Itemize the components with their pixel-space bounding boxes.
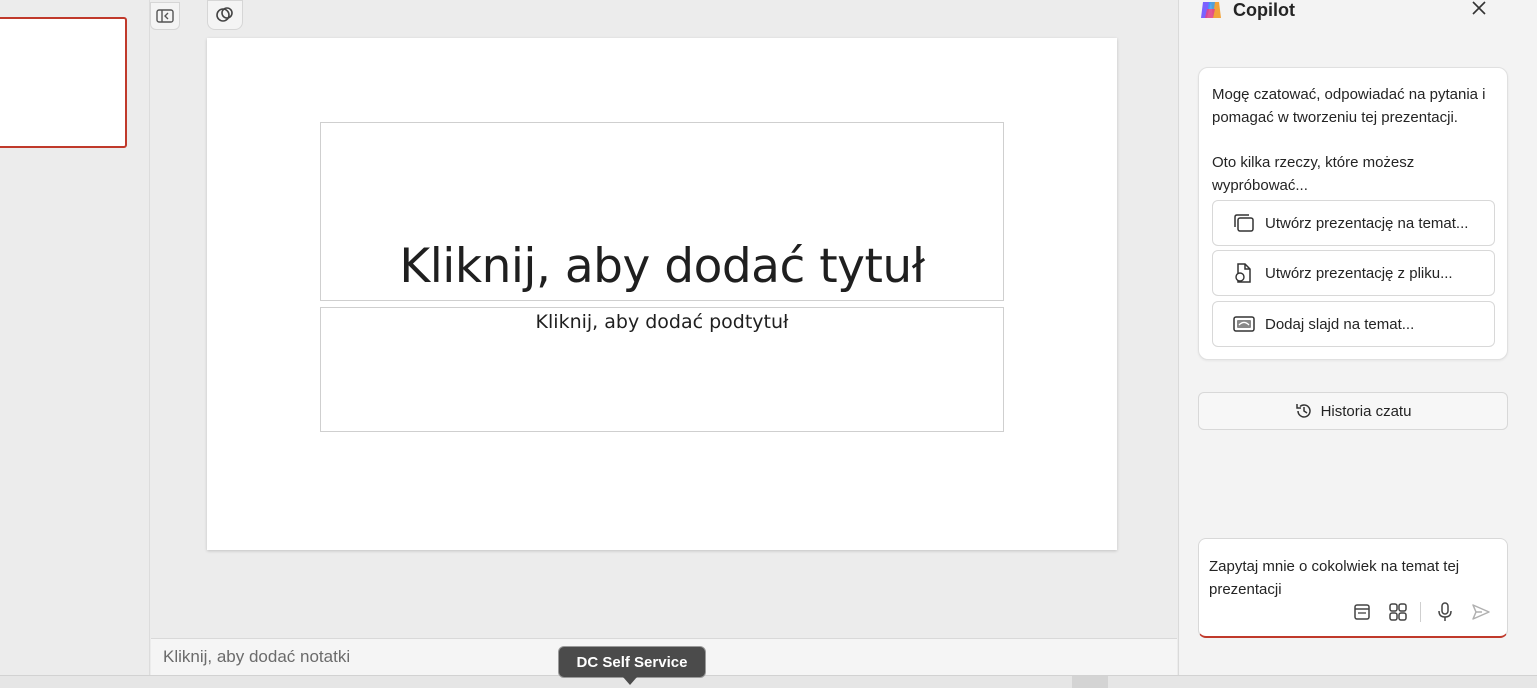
copilot-title: Copilot [1233,0,1295,20]
subtitle-placeholder-text: Kliknij, aby dodać podtytuł [535,311,789,333]
file-icon [1235,263,1251,283]
suggestion-label: Dodaj slajd na temat... [1265,315,1415,333]
notebook-button[interactable] [1350,600,1374,624]
notes-placeholder-text: Kliknij, aby dodać notatki [163,647,351,666]
slide-thumbnail-1[interactable] [0,17,127,148]
suggestion-create-from-file[interactable]: Utwórz prezentację z pliku... [1212,250,1495,296]
prompt-toolbar [1338,600,1493,624]
suggestion-create-on-topic[interactable]: Utwórz prezentację na temat... [1212,200,1495,246]
close-copilot-button[interactable] [1465,0,1493,22]
title-placeholder-text: Kliknij, aby dodać tytuł [399,239,925,294]
designer-icon [216,7,233,22]
microphone-icon [1438,602,1452,621]
panel-collapse-icon [156,9,174,23]
slides-icon [1234,214,1254,232]
copilot-prompt-input[interactable]: Zapytaj mnie o cokolwiek na temat tej pr… [1198,538,1508,638]
chat-history-label: Historia czatu [1320,402,1412,420]
tooltip-text: DC Self Service [576,653,688,671]
collapse-thumbnails-button[interactable] [150,2,180,30]
normal-view-button[interactable] [1072,676,1108,688]
history-icon [1295,404,1311,418]
toolbar-divider [1420,602,1421,622]
close-icon [1472,1,1486,15]
notebook-icon [1354,604,1370,620]
copilot-intro-text: Mogę czatować, odpowiadać na pytania i p… [1212,86,1486,126]
designer-button[interactable] [207,0,243,30]
status-bar [0,675,1537,688]
copilot-logo-icon [1201,2,1221,18]
add-slide-icon [1233,316,1255,332]
copilot-pane: Copilot Mogę czatować, odpowiadać na pyt… [1178,0,1537,675]
suggestion-add-slide[interactable]: Dodaj slajd na temat... [1212,301,1495,347]
slide-canvas[interactable]: Kliknij, aby dodać tytuł Kliknij, aby do… [207,38,1117,550]
suggestion-label: Utwórz prezentację z pliku... [1265,264,1453,282]
slide-thumbnail-pane [0,0,150,675]
subtitle-placeholder[interactable]: Kliknij, aby dodać podtytuł [320,307,1004,432]
tooltip: DC Self Service [558,646,706,685]
prompt-guide-button[interactable] [1386,600,1410,624]
suggestion-label: Utwórz prezentację na temat... [1265,214,1469,232]
send-icon [1472,604,1490,620]
title-placeholder[interactable]: Kliknij, aby dodać tytuł [320,122,1004,301]
copilot-try-text: Oto kilka rzeczy, które możesz wypróbowa… [1212,154,1415,194]
microphone-button[interactable] [1433,600,1457,624]
chat-history-button[interactable]: Historia czatu [1198,392,1508,430]
prompt-placeholder-text: Zapytaj mnie o cokolwiek na temat tej pr… [1209,558,1460,598]
send-button[interactable] [1469,600,1493,624]
grid-sparkle-icon [1389,603,1407,621]
copilot-welcome-card: Mogę czatować, odpowiadać na pytania i p… [1198,67,1508,360]
